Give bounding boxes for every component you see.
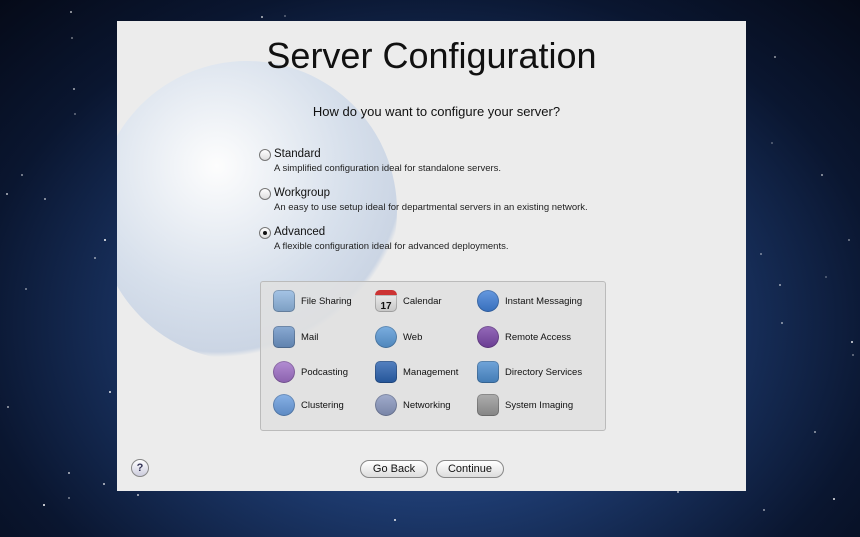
- service-label: Networking: [403, 399, 451, 411]
- service-label: Mail: [301, 331, 319, 343]
- radio-advanced[interactable]: [259, 227, 271, 239]
- mail-icon: [273, 326, 295, 348]
- star: [780, 321, 783, 324]
- star: [44, 198, 47, 201]
- option-label[interactable]: Workgroup: [274, 187, 330, 199]
- star: [851, 341, 854, 344]
- file-sharing-icon: [273, 290, 295, 312]
- service-label: Web: [403, 331, 423, 343]
- star: [847, 239, 850, 242]
- star: [103, 482, 106, 485]
- services-panel: File Sharing 17 Calendar Instant Messaging M…: [260, 281, 606, 431]
- star: [67, 471, 70, 474]
- directory-icon: [477, 361, 499, 383]
- radio-standard[interactable]: [259, 149, 271, 161]
- service-remote-access: Remote Access: [477, 326, 571, 348]
- service-label: Instant Messaging: [505, 295, 583, 307]
- star: [779, 283, 782, 286]
- star: [7, 406, 10, 409]
- help-button[interactable]: ?: [131, 459, 149, 477]
- page-title: Server Configuration: [266, 35, 597, 76]
- service-system-imaging: System Imaging: [477, 394, 573, 416]
- star: [93, 256, 96, 259]
- networking-icon: [375, 394, 397, 416]
- option-label[interactable]: Standard: [274, 148, 321, 160]
- star: [70, 11, 73, 14]
- star: [394, 519, 397, 522]
- star: [813, 431, 816, 433]
- remote-access-icon: [477, 326, 499, 348]
- service-web: Web: [375, 326, 422, 348]
- star: [821, 174, 824, 177]
- service-file-sharing: File Sharing: [273, 290, 352, 312]
- star: [770, 142, 773, 145]
- service-management: Management: [375, 361, 458, 383]
- star: [43, 504, 46, 507]
- star: [677, 491, 680, 494]
- service-directory-services: Directory Services: [477, 361, 582, 383]
- service-label: File Sharing: [301, 295, 352, 307]
- star: [851, 353, 854, 356]
- service-label: Directory Services: [505, 366, 583, 378]
- service-podcasting: Podcasting: [273, 361, 348, 383]
- service-networking: Networking: [375, 394, 451, 416]
- star: [68, 497, 71, 500]
- compass-icon: [375, 326, 397, 348]
- podcast-icon: [273, 361, 295, 383]
- chat-bubble-icon: [477, 290, 499, 312]
- service-label: Clustering: [301, 399, 344, 411]
- star: [73, 87, 76, 90]
- setup-window: Server Configuration How do you want to …: [117, 21, 746, 491]
- clustering-icon: [273, 394, 295, 416]
- star: [832, 497, 835, 500]
- continue-button[interactable]: Continue: [436, 460, 504, 478]
- management-icon: [375, 361, 397, 383]
- system-imaging-icon: [477, 394, 499, 416]
- option-description: A simplified configuration ideal for sta…: [274, 163, 502, 174]
- star: [762, 509, 765, 512]
- star: [261, 15, 264, 18]
- service-label: System Imaging: [505, 399, 574, 411]
- service-calendar: 17 Calendar: [375, 290, 442, 312]
- star: [137, 494, 139, 497]
- calendar-icon: 17: [375, 290, 397, 312]
- option-description: An easy to use setup ideal for departmen…: [274, 202, 588, 213]
- star: [71, 36, 74, 39]
- star: [284, 14, 287, 17]
- star: [774, 56, 777, 59]
- go-back-button[interactable]: Go Back: [360, 460, 428, 478]
- star: [20, 173, 23, 176]
- star: [825, 276, 828, 279]
- service-label: Calendar: [403, 295, 442, 307]
- service-label: Management: [403, 366, 459, 378]
- service-instant-messaging: Instant Messaging: [477, 290, 582, 312]
- star: [24, 288, 27, 291]
- star: [760, 252, 763, 255]
- option-label[interactable]: Advanced: [274, 226, 325, 238]
- option-description: A flexible configuration ideal for advan…: [274, 241, 509, 252]
- star: [109, 391, 112, 394]
- service-label: Remote Access: [505, 331, 571, 343]
- star: [74, 113, 77, 116]
- service-clustering: Clustering: [273, 394, 344, 416]
- star: [6, 193, 9, 196]
- service-mail: Mail: [273, 326, 318, 348]
- service-label: Podcasting: [301, 366, 349, 378]
- radio-workgroup[interactable]: [259, 188, 271, 200]
- question-text: How do you want to configure your server…: [312, 104, 561, 119]
- star: [103, 238, 106, 241]
